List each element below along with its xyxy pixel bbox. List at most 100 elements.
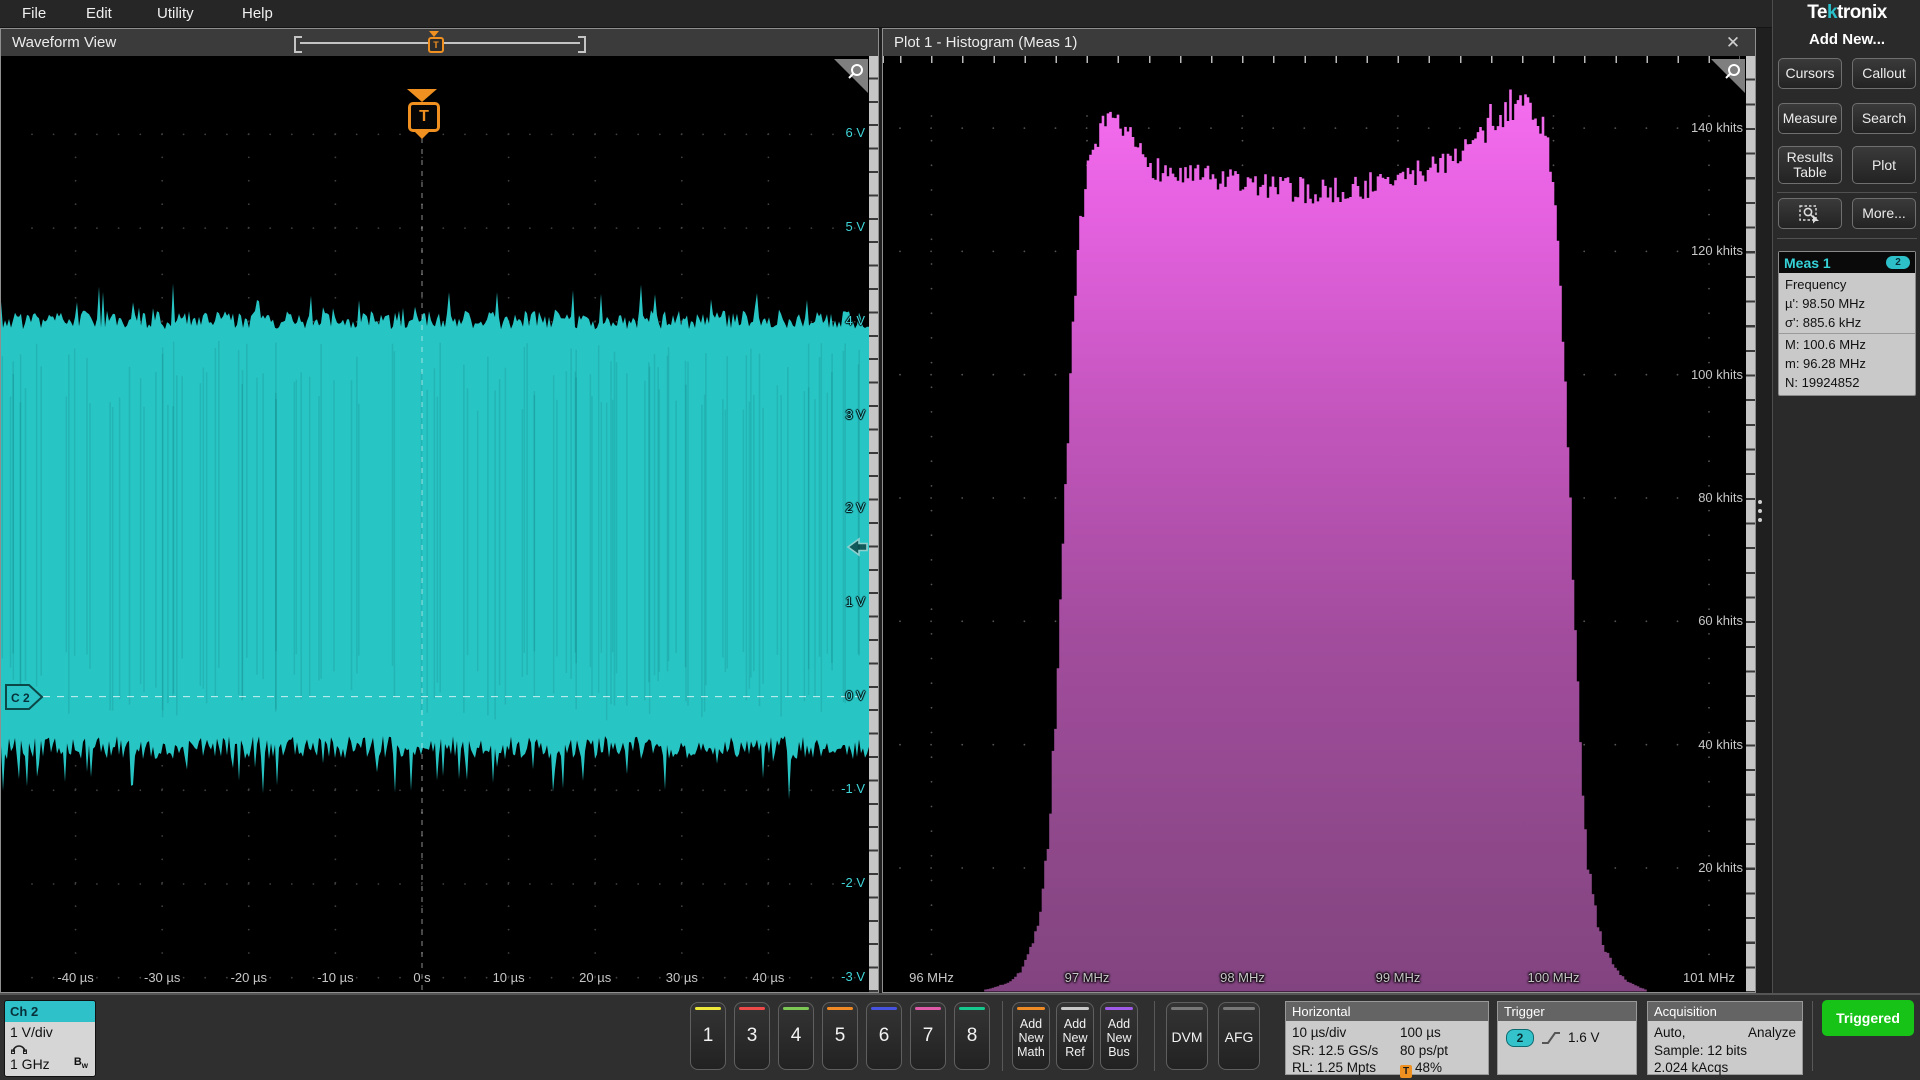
channel-6-button[interactable]: 6 (866, 1002, 902, 1070)
meas-count-badge: 2 (1886, 256, 1910, 269)
time-tick-label: -30 µs (127, 970, 197, 985)
channel-4-button[interactable]: 4 (778, 1002, 814, 1070)
histogram-plot-area[interactable]: 140 khits120 khits100 khits80 khits60 kh… (883, 56, 1755, 992)
meas-stat-line: σ': 885.6 kHz (1779, 313, 1915, 332)
waveform-plot-area[interactable]: 6 V5 V4 V3 V2 V1 V0 V-1 V-2 V-3 V -40 µs… (1, 56, 878, 992)
hits-tick-label: 140 khits (1691, 120, 1743, 135)
menu-file[interactable]: File (22, 0, 46, 27)
hits-tick-label: 80 khits (1698, 490, 1743, 505)
bar-separator (1812, 1001, 1813, 1071)
more-button[interactable]: More... (1852, 198, 1916, 229)
horizontal-scale: 10 µs/div (1292, 1025, 1346, 1040)
trigger-panel[interactable]: Trigger 2 1.6 V (1497, 1001, 1637, 1075)
button-color-stripe (1017, 1007, 1045, 1010)
add-new-label: Add New... (1773, 31, 1920, 48)
histogram-title: Plot 1 - Histogram (Meas 1) (894, 29, 1077, 56)
channel-3-button[interactable]: 3 (734, 1002, 770, 1070)
channel-7-button[interactable]: 7 (910, 1002, 946, 1070)
trigger-mini-marker-icon[interactable]: T (428, 37, 444, 53)
channel-8-button[interactable]: 8 (954, 1002, 990, 1070)
add-new-math-button[interactable]: AddNewMath (1012, 1002, 1050, 1070)
frequency-tick-label: 100 MHz (1519, 970, 1589, 985)
hits-tick-label: 120 khits (1691, 243, 1743, 258)
channel-color-stripe (827, 1007, 853, 1010)
menu-edit[interactable]: Edit (86, 0, 112, 27)
frequency-tick-label: 98 MHz (1208, 970, 1278, 985)
time-tick-label: 30 µs (647, 970, 717, 985)
sidebar: Tektronix Add New... CursorsCalloutMeasu… (1772, 0, 1920, 993)
channel-2-badge[interactable]: Ch 2 1 V/div 1 GHz Bw (4, 1000, 96, 1077)
waveform-chart[interactable] (1, 56, 878, 992)
search-button[interactable]: Search (1852, 103, 1916, 134)
time-tick-label: -10 µs (300, 970, 370, 985)
meas-1-header: Meas 1 2 (1779, 252, 1915, 273)
histogram-window-header[interactable]: Plot 1 - Histogram (Meas 1) ✕ (883, 29, 1755, 57)
add-new-bus-button[interactable]: AddNewBus (1100, 1002, 1138, 1070)
dvm-button[interactable]: DVM (1166, 1002, 1208, 1070)
horizontal-sample-rate: SR: 12.5 GS/s (1292, 1043, 1378, 1058)
time-tick-label: -20 µs (214, 970, 284, 985)
sidebar-separator (1777, 238, 1917, 239)
channel-2-marker[interactable]: C 2 (5, 684, 45, 711)
acquisition-analyze: Analyze (1748, 1025, 1796, 1040)
bar-separator (1002, 1001, 1003, 1071)
channel-5-button[interactable]: 5 (822, 1002, 858, 1070)
menu-utility[interactable]: Utility (157, 0, 194, 27)
acquisition-panel[interactable]: Acquisition Auto, Analyze Sample: 12 bit… (1647, 1001, 1803, 1075)
sidebar-separator (1777, 192, 1917, 193)
channel-2-bandwidth: 1 GHz (10, 1056, 50, 1072)
voltage-tick-label: 3 V (845, 407, 865, 422)
close-icon[interactable]: ✕ (1721, 31, 1745, 55)
results-table-button[interactable]: Results Table (1778, 146, 1842, 184)
waveform-window-header[interactable]: Waveform View T (1, 29, 878, 57)
trigger-triangle-icon (407, 89, 437, 102)
horizontal-record-length: RL: 1.25 Mpts (1292, 1060, 1376, 1075)
acquisition-count: 2.024 kAcqs (1654, 1060, 1728, 1075)
triggered-status-badge: Triggered (1822, 1000, 1914, 1036)
trigger-level-arrow[interactable] (846, 537, 870, 557)
hits-tick-label: 20 khits (1698, 860, 1743, 875)
timeline-right-bracket (578, 36, 586, 53)
meas-stat-line: µ': 98.50 MHz (1779, 294, 1915, 313)
magnifier-icon (846, 62, 866, 82)
trigger-panel-title: Trigger (1498, 1002, 1636, 1021)
timeline-left-bracket (294, 36, 302, 53)
voltage-tick-label: 2 V (845, 500, 865, 515)
horizontal-panel[interactable]: Horizontal 10 µs/div 100 µs SR: 12.5 GS/… (1285, 1001, 1489, 1075)
channel-color-stripe (871, 1007, 897, 1010)
menu-help[interactable]: Help (242, 0, 273, 27)
channel-color-stripe (959, 1007, 985, 1010)
time-tick-label: 0 s (387, 970, 457, 985)
timeline-overview[interactable]: T (294, 35, 586, 51)
voltage-tick-label: 0 V (845, 688, 865, 703)
voltage-tick-label: 1 V (845, 594, 865, 609)
plot-button[interactable]: Plot (1852, 146, 1916, 184)
voltage-tick-label: -2 V (841, 875, 865, 890)
oscilloscope-app: File Edit Utility Help Waveform View T 6 V 5… (0, 0, 1920, 1080)
horizontal-trigger-position: T48% (1400, 1060, 1442, 1078)
cursors-button[interactable]: Cursors (1778, 58, 1842, 89)
channel-color-stripe (915, 1007, 941, 1010)
trigger-marker-icon[interactable]: T (408, 102, 440, 132)
channel-color-stripe (739, 1007, 765, 1010)
add-new-ref-button[interactable]: AddNewRef (1056, 1002, 1094, 1070)
histogram-chart[interactable] (883, 56, 1755, 992)
button-color-stripe (1171, 1007, 1203, 1010)
horizontal-window: 100 µs (1400, 1025, 1441, 1040)
rising-edge-icon (1540, 1030, 1562, 1046)
hits-tick-label: 100 khits (1691, 367, 1743, 382)
meas-1-panel[interactable]: Meas 1 2 Frequencyµ': 98.50 MHzσ': 885.6… (1778, 251, 1916, 396)
callout-button[interactable]: Callout (1852, 58, 1916, 89)
voltage-tick-label: 6 V (845, 125, 865, 140)
zoom-select-button[interactable] (1778, 198, 1842, 229)
button-color-stripe (1061, 1007, 1089, 1010)
waveform-view-title: Waveform View (12, 29, 116, 56)
drag-handle[interactable] (1757, 500, 1763, 530)
bottom-bar: Ch 2 1 V/div 1 GHz Bw 1345678AddNewMathA… (0, 993, 1920, 1080)
channel-1-button[interactable]: 1 (690, 1002, 726, 1070)
afg-button[interactable]: AFG (1218, 1002, 1260, 1070)
hits-tick-label: 40 khits (1698, 737, 1743, 752)
acquisition-sample: Sample: 12 bits (1654, 1043, 1747, 1058)
measure-button[interactable]: Measure (1778, 103, 1842, 134)
frequency-tick-label: 96 MHz (897, 970, 967, 985)
